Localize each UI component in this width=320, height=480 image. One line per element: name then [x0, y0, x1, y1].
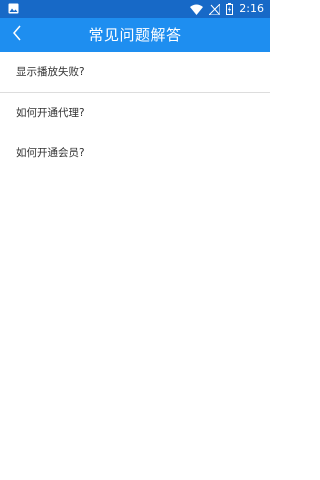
faq-item-become-agent[interactable]: 如何开通代理?: [0, 93, 270, 133]
no-signal-icon: [209, 3, 221, 15]
faq-item-playback-failed[interactable]: 显示播放失败?: [0, 52, 270, 92]
faq-item-become-member[interactable]: 如何开通会员?: [0, 133, 270, 173]
status-icons: 2:16: [190, 0, 264, 18]
status-bar: 2:16: [0, 0, 270, 18]
battery-charging-icon: [226, 3, 234, 15]
status-time: 2:16: [239, 2, 264, 15]
app-bar: 常见问题解答: [0, 18, 270, 52]
faq-list: 显示播放失败? 如何开通代理? 如何开通会员?: [0, 52, 270, 173]
page-title: 常见问题解答: [88, 26, 182, 44]
image-icon: [8, 3, 20, 15]
wifi-icon: [190, 4, 204, 15]
